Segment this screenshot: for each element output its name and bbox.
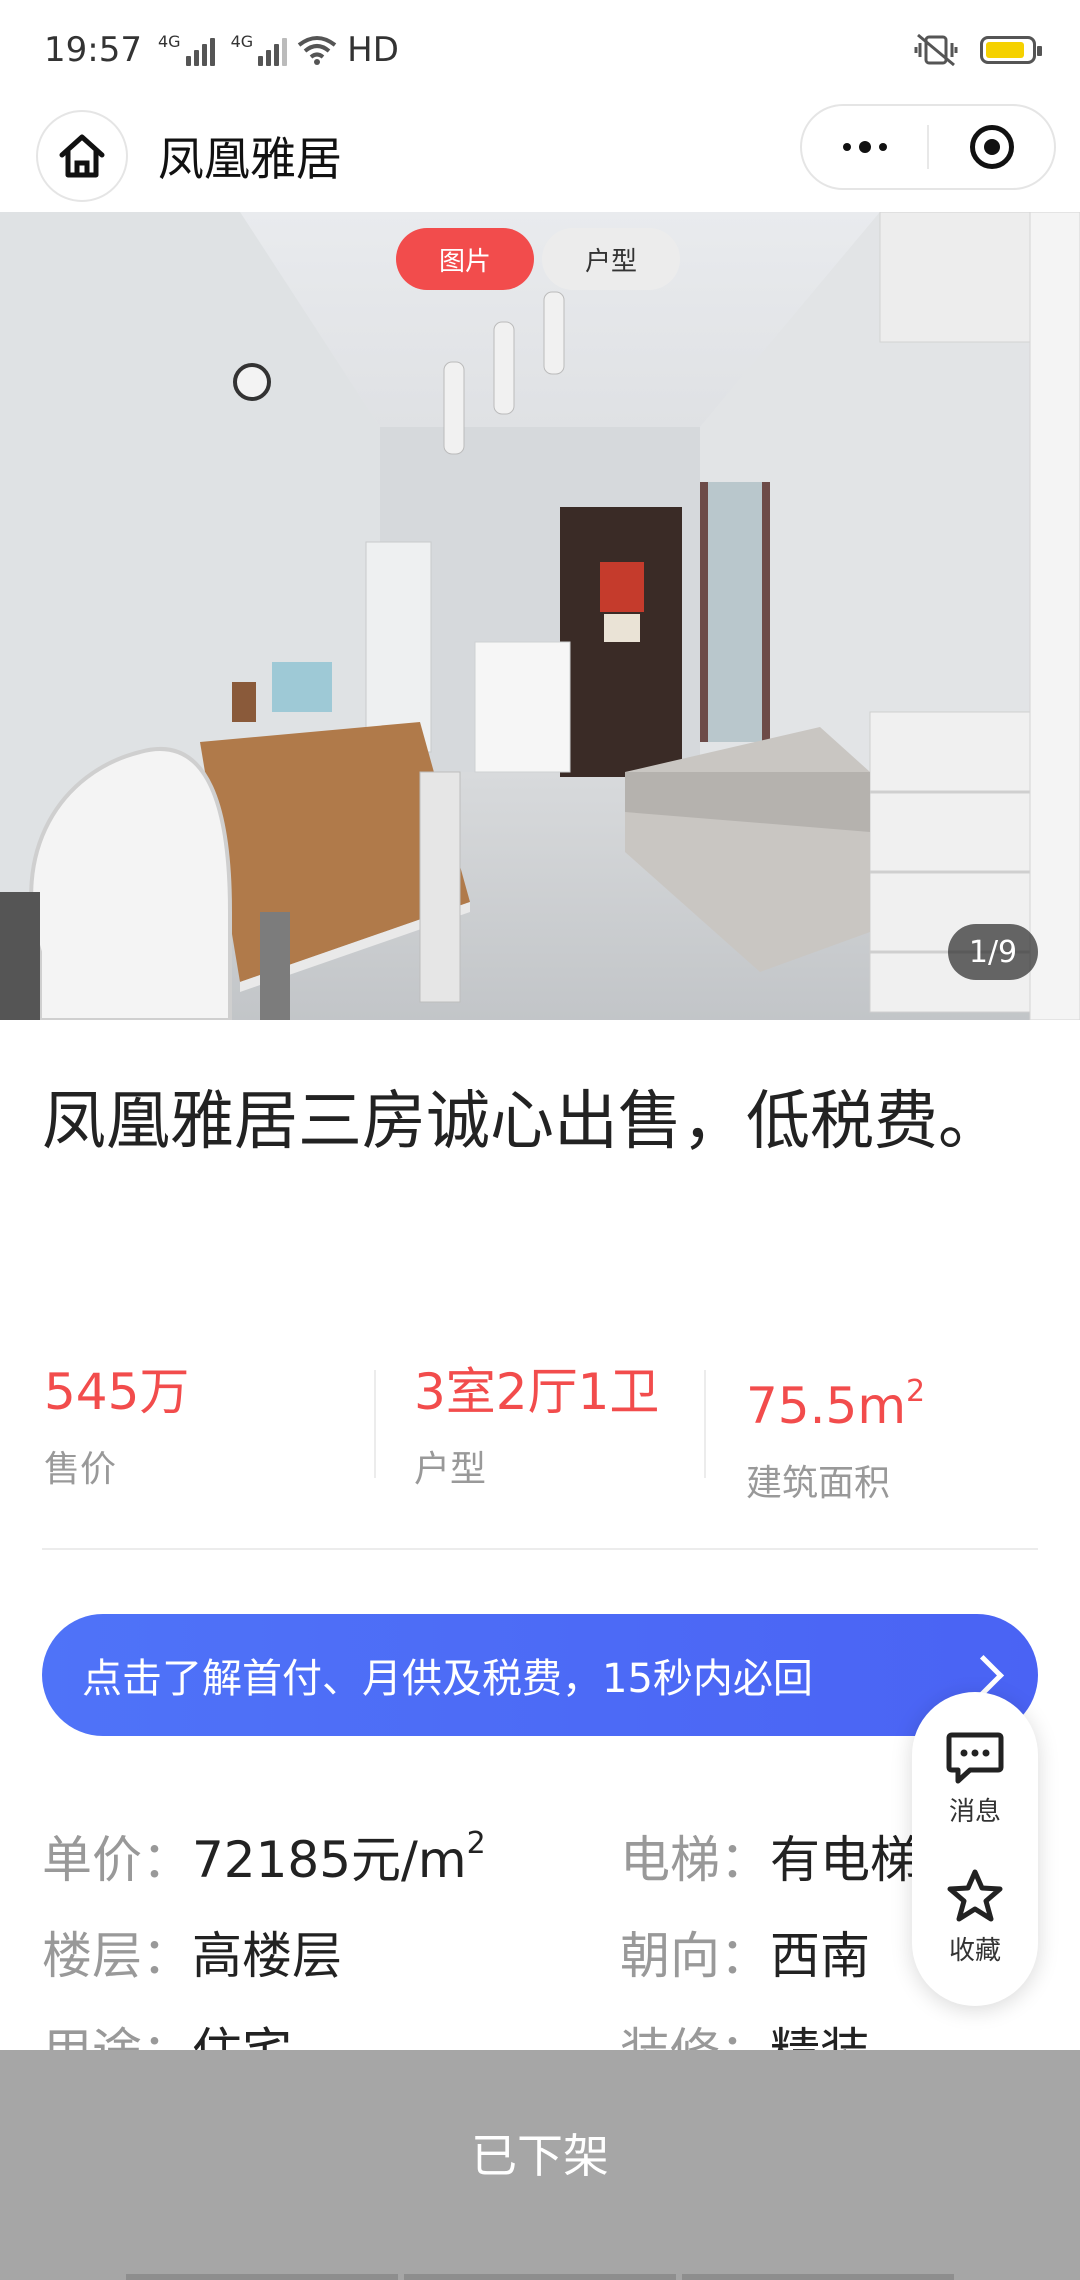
status-time: 19:57 <box>44 30 142 70</box>
bottom-status-bar: 已下架 <box>0 2050 1080 2280</box>
message-button[interactable]: 消息 <box>946 1731 1004 1828</box>
detail-floor: 楼层： 高楼层 <box>42 1927 342 1985</box>
key-stats: 545万 售价 3室2厅1卫 户型 75.5m2 建筑面积 <box>44 1360 1036 1504</box>
message-icon <box>946 1732 1004 1784</box>
status-bar-left: 19:57 4G 4G HD <box>44 30 399 70</box>
layout-label: 户型 <box>414 1449 487 1490</box>
bottom-tab-remnants <box>126 2274 954 2280</box>
photo-gallery[interactable]: 图片 户型 1/9 <box>0 212 1080 1020</box>
tab-floorplan[interactable]: 户型 <box>542 228 680 290</box>
detail-elevator: 电梯： 有电梯 <box>620 1831 920 1889</box>
status-bar: 19:57 4G 4G HD <box>0 0 1080 100</box>
message-label: 消息 <box>948 1797 1001 1828</box>
favorite-button[interactable]: 收藏 <box>946 1868 1004 1967</box>
home-button[interactable] <box>36 110 128 202</box>
delisted-status: 已下架 <box>471 2129 609 2183</box>
area-value: 75.5m2 <box>746 1374 926 1435</box>
signal-icon: 4G <box>158 34 215 66</box>
chevron-right-icon <box>962 1654 1005 1696</box>
price-value: 545万 <box>44 1363 190 1421</box>
header: 凤凰雅居 <box>0 100 1080 212</box>
status-bar-right <box>914 33 1042 67</box>
stat-area: 75.5m2 建筑面积 <box>706 1360 1036 1504</box>
home-icon <box>59 134 105 178</box>
stat-price: 545万 售价 <box>44 1360 374 1490</box>
listing-title: 凤凰雅居三房诚心出售，低税费。 <box>42 1085 1002 1159</box>
layout-value: 3室2厅1卫 <box>414 1363 660 1421</box>
consult-banner[interactable]: 点击了解首付、月供及税费，15秒内必回 <box>42 1614 1038 1736</box>
detail-orientation: 朝向： 西南 <box>620 1927 870 1985</box>
star-icon <box>947 1869 1003 1922</box>
detail-row: 单价： 72185元/m2 电梯： 有电梯 <box>42 1808 942 1904</box>
wifi-icon <box>297 36 337 65</box>
tab-photos[interactable]: 图片 <box>396 228 534 290</box>
detail-row: 楼层： 高楼层 朝向： 西南 <box>42 1904 942 2000</box>
stat-layout: 3室2厅1卫 户型 <box>376 1360 704 1490</box>
area-label: 建筑面积 <box>746 1463 891 1504</box>
detail-unit-price: 单价： 72185元/m2 <box>42 1826 486 1889</box>
photo-counter: 1/9 <box>948 924 1038 980</box>
gallery-tabs: 图片 户型 <box>396 228 680 290</box>
more-dots-icon <box>842 141 887 153</box>
floating-actions: 消息 收藏 <box>912 1692 1038 2006</box>
target-icon <box>969 125 1014 169</box>
hd-label: HD <box>347 30 399 70</box>
divider <box>42 1548 1038 1550</box>
battery-icon <box>980 36 1042 64</box>
page-title: 凤凰雅居 <box>158 132 342 186</box>
more-button[interactable] <box>802 106 927 188</box>
vibrate-off-icon <box>914 33 958 67</box>
signal-icon-2: 4G <box>231 34 288 66</box>
favorite-label: 收藏 <box>948 1935 1001 1966</box>
banner-text: 点击了解首付、月供及税费，15秒内必回 <box>82 1656 813 1702</box>
close-button[interactable] <box>929 106 1054 188</box>
price-label: 售价 <box>44 1449 117 1490</box>
mini-program-capsule <box>800 104 1056 190</box>
room-photo <box>0 212 1080 1020</box>
